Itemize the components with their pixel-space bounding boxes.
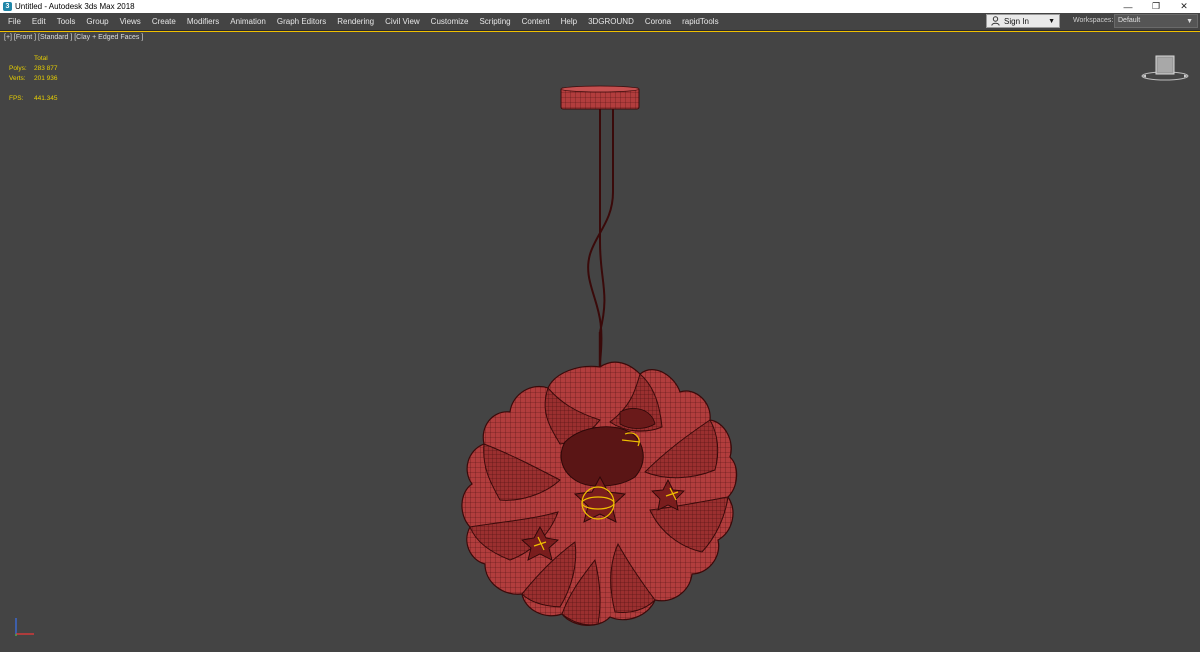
menu-create[interactable]: Create [147, 13, 181, 30]
axis-gizmo-icon [10, 614, 40, 640]
menu-items: File Edit Tools Group Views Create Modif… [3, 13, 725, 30]
menu-rendering[interactable]: Rendering [332, 13, 379, 30]
user-icon [991, 16, 1000, 26]
minimize-button[interactable]: — [1114, 0, 1142, 13]
menu-modifiers[interactable]: Modifiers [182, 13, 224, 30]
viewport-label[interactable]: [+] [Front ] [Standard ] [Clay + Edged F… [4, 34, 143, 41]
menu-animation[interactable]: Animation [225, 13, 271, 30]
menu-rapidtools[interactable]: rapidTools [677, 13, 723, 30]
window-title: Untitled - Autodesk 3ds Max 2018 [15, 2, 135, 11]
menu-tools[interactable]: Tools [52, 13, 81, 30]
menu-views[interactable]: Views [115, 13, 146, 30]
menu-corona[interactable]: Corona [640, 13, 676, 30]
dropdown-arrow-icon: ▼ [1048, 18, 1055, 25]
stats-verts-value: 201 936 [34, 75, 58, 82]
menu-3dground[interactable]: 3DGROUND [583, 13, 639, 30]
viewport-statistics: Total Polys: 283 877 Verts: 201 936 FPS: 44… [9, 54, 58, 104]
restore-button[interactable]: ❐ [1142, 0, 1170, 13]
title-bar: 3 Untitled - Autodesk 3ds Max 2018 — ❐ ✕ [0, 0, 1200, 13]
stats-fps-value: 441.345 [34, 95, 58, 102]
workspaces-value: Default [1118, 17, 1141, 24]
workspaces-dropdown[interactable]: Default ▼ [1114, 14, 1198, 28]
menu-civil-view[interactable]: Civil View [380, 13, 425, 30]
stats-fps-label: FPS: [9, 95, 24, 102]
ceiling-canopy [560, 85, 640, 110]
menu-file[interactable]: File [3, 13, 26, 30]
viewport-front[interactable]: [+] [Front ] [Standard ] [Clay + Edged F… [0, 31, 1200, 650]
menu-content[interactable]: Content [517, 13, 555, 30]
close-button[interactable]: ✕ [1170, 0, 1198, 13]
stats-verts-label: Verts: [9, 75, 26, 82]
sign-in-button[interactable]: Sign In ▼ [986, 14, 1060, 28]
menu-scripting[interactable]: Scripting [474, 13, 515, 30]
stats-polys-value: 283 877 [34, 65, 58, 72]
app-icon: 3 [3, 2, 12, 11]
viewcube-icon[interactable] [1140, 52, 1192, 82]
menu-edit[interactable]: Edit [27, 13, 51, 30]
sign-in-label: Sign In [1004, 16, 1029, 26]
menu-group[interactable]: Group [81, 13, 113, 30]
stats-polys-label: Polys: [9, 65, 27, 72]
dropdown-arrow-icon: ▼ [1186, 18, 1193, 25]
workspaces-label: Workspaces: [1073, 17, 1114, 24]
suspension-cables [587, 109, 614, 382]
menu-customize[interactable]: Customize [426, 13, 474, 30]
pendant-lamp-model[interactable] [440, 82, 760, 652]
lamp-shade [461, 361, 738, 626]
menu-help[interactable]: Help [556, 13, 582, 30]
stats-total-label: Total [34, 55, 48, 62]
menu-graph-editors[interactable]: Graph Editors [272, 13, 331, 30]
